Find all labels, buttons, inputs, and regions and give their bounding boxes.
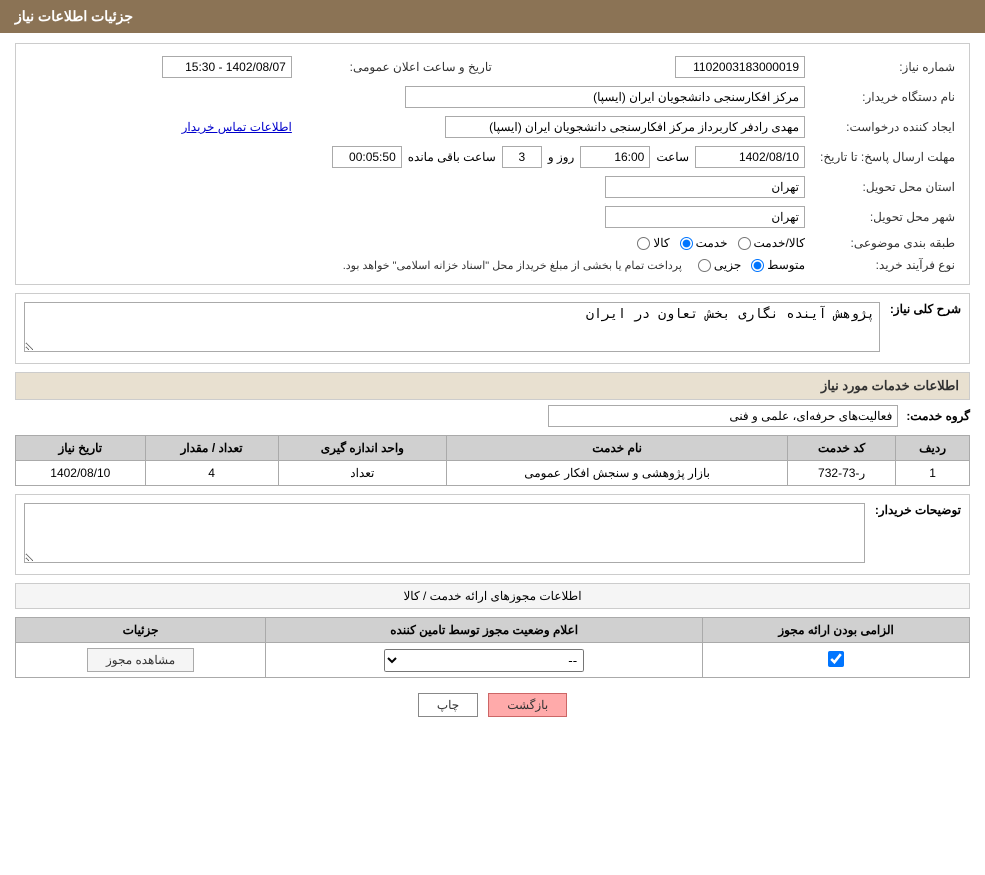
service-row-num: 1 (896, 461, 970, 486)
deadline-time-label: ساعت (656, 150, 689, 164)
col-license-required: الزامی بودن ارائه مجوز (703, 618, 970, 643)
service-quantity: 4 (145, 461, 278, 486)
services-table: ردیف کد خدمت نام خدمت واحد اندازه گیری ت… (15, 435, 970, 486)
category-radio-kala-khedmat[interactable] (738, 237, 751, 250)
city-label: شهر محل تحویل: (811, 202, 961, 232)
buyer-org-value: مرکز افکارسنجی دانشجویان ایران (ایسپا) (405, 86, 805, 108)
col-header-row: ردیف (896, 436, 970, 461)
purchase-type-option-motavasset[interactable]: متوسط (751, 258, 805, 272)
page-title: جزئیات اطلاعات نیاز (15, 8, 133, 24)
services-section-title: اطلاعات خدمات مورد نیاز (15, 372, 970, 400)
purchase-type-label-jozi: جزیی (714, 258, 741, 272)
service-unit: تعداد (278, 461, 447, 486)
category-radio-group: کالا/خدمت خدمت کالا (30, 236, 805, 250)
category-label-kala-khedmat: کالا/خدمت (754, 236, 805, 250)
view-license-button[interactable]: مشاهده مجوز (87, 648, 194, 672)
col-license-status: اعلام وضعیت مجوز توسط تامین کننده (266, 618, 703, 643)
contact-info-link[interactable]: اطلاعات تماس خریدار (182, 120, 292, 134)
purchase-type-radio-jozi[interactable] (698, 259, 711, 272)
deadline-remaining: 00:05:50 (332, 146, 402, 168)
category-radio-kala[interactable] (637, 237, 650, 250)
purchase-type-label-motavasset: متوسط (767, 258, 805, 272)
purchase-type-option-jozi[interactable]: جزیی (698, 258, 741, 272)
license-status: -- (266, 643, 703, 678)
need-description-textarea[interactable] (24, 302, 880, 352)
deadline-label: مهلت ارسال پاسخ: تا تاریخ: (811, 142, 961, 172)
service-name: بازار پژوهشی و سنجش افکار عمومی (447, 461, 788, 486)
action-buttons: بازگشت چاپ (15, 693, 970, 717)
deadline-days: 3 (502, 146, 542, 168)
category-radio-khedmat[interactable] (680, 237, 693, 250)
need-description-section-title: شرح کلی نیاز: (890, 302, 961, 316)
category-label-kala: کالا (653, 236, 669, 250)
purchase-type-radio-group: متوسط جزیی (698, 258, 805, 272)
deadline-remaining-label: ساعت باقی مانده (408, 150, 496, 164)
category-option-kala[interactable]: کالا (637, 236, 669, 250)
licenses-section-title: اطلاعات مجوزهای ارائه خدمت / کالا (15, 583, 970, 609)
deadline-date: 1402/08/10 (695, 146, 805, 168)
licenses-table: الزامی بودن ارائه مجوز اعلام وضعیت مجوز … (15, 617, 970, 678)
requester-value: مهدی رادفر کاربرداز مرکز افکارسنجی دانشج… (445, 116, 805, 138)
province-label: استان محل تحویل: (811, 172, 961, 202)
category-label: طبقه بندی موضوعی: (811, 232, 961, 254)
category-option-kala-khedmat[interactable]: کالا/خدمت (738, 236, 805, 250)
col-header-unit: واحد اندازه گیری (278, 436, 447, 461)
print-button[interactable]: چاپ (418, 693, 478, 717)
announcement-date-label: تاریخ و ساعت اعلان عمومی: (298, 52, 498, 82)
license-details: مشاهده مجوز (16, 643, 266, 678)
requester-label: ایجاد کننده درخواست: (811, 112, 961, 142)
col-license-details: جزئیات (16, 618, 266, 643)
purchase-type-radio-motavasset[interactable] (751, 259, 764, 272)
col-header-code: کد خدمت (788, 436, 896, 461)
col-header-name: نام خدمت (447, 436, 788, 461)
need-number-label: شماره نیاز: (811, 52, 961, 82)
service-date: 1402/08/10 (16, 461, 146, 486)
need-number-value: 1102003183000019 (675, 56, 805, 78)
list-item: -- مشاهده مجوز (16, 643, 970, 678)
col-header-quantity: تعداد / مقدار (145, 436, 278, 461)
city-value: تهران (605, 206, 805, 228)
license-required-checkbox[interactable] (828, 651, 844, 667)
license-required (703, 643, 970, 678)
buyer-notes-textarea[interactable] (24, 503, 865, 563)
service-group-label: گروه خدمت: (906, 409, 970, 423)
license-status-select[interactable]: -- (384, 649, 584, 672)
col-header-date: تاریخ نیاز (16, 436, 146, 461)
buyer-org-label: نام دستگاه خریدار: (811, 82, 961, 112)
table-row: 1 ر-73-732 بازار پژوهشی و سنجش افکار عمو… (16, 461, 970, 486)
buyer-notes-label: توضیحات خریدار: (875, 503, 961, 517)
deadline-time: 16:00 (580, 146, 650, 168)
deadline-days-label: روز و (548, 150, 575, 164)
back-button[interactable]: بازگشت (488, 693, 567, 717)
purchase-type-label: نوع فرآیند خرید: (811, 254, 961, 276)
service-code: ر-73-732 (788, 461, 896, 486)
province-value: تهران (605, 176, 805, 198)
announcement-date-value: 1402/08/07 - 15:30 (162, 56, 292, 78)
page-header: جزئیات اطلاعات نیاز (0, 0, 985, 33)
category-label-khedmat: خدمت (696, 236, 728, 250)
purchase-note: پرداخت تمام یا بخشی از مبلغ خریداز محل "… (343, 259, 682, 272)
service-group-value: فعالیت‌های حرفه‌ای، علمی و فنی (548, 405, 898, 427)
category-option-khedmat[interactable]: خدمت (680, 236, 728, 250)
